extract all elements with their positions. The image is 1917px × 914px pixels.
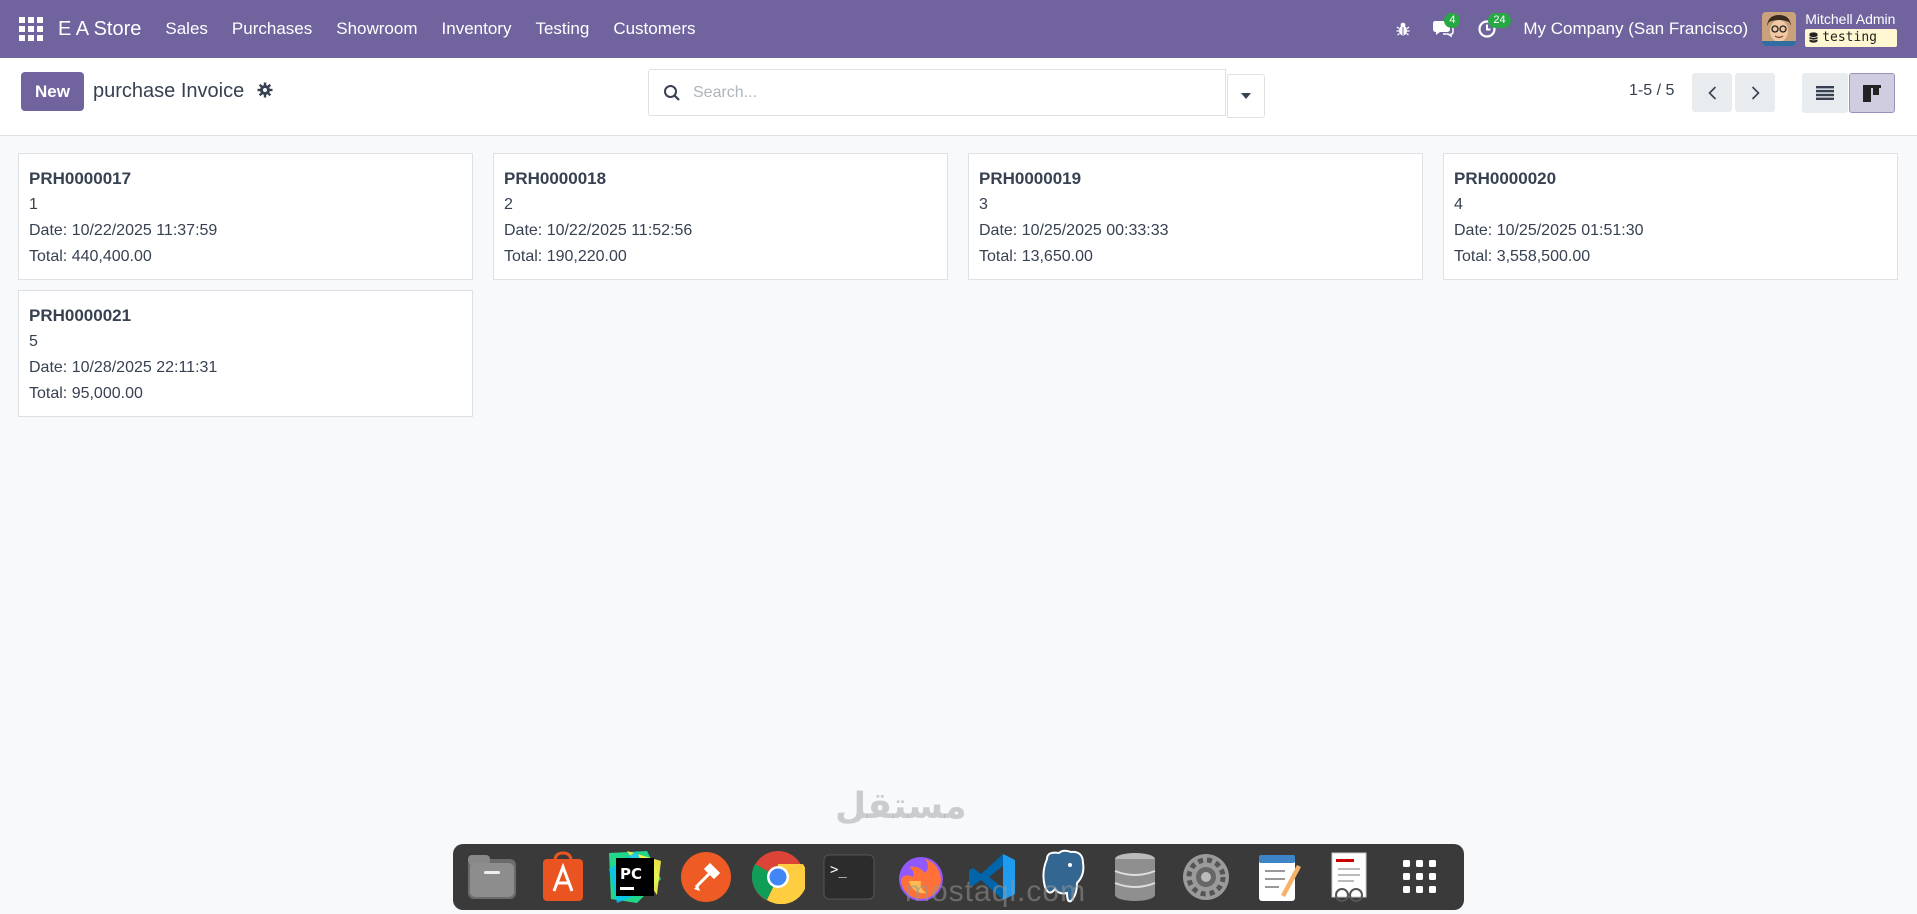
app-menu-icon[interactable] <box>18 16 44 42</box>
list-view-icon <box>1816 86 1834 100</box>
card-sequence: 1 <box>29 196 38 213</box>
card-total: Total: 440,400.00 <box>29 248 152 265</box>
text-editor-icon[interactable] <box>1250 849 1305 905</box>
new-button[interactable]: New <box>21 72 84 111</box>
card-sequence: 3 <box>979 196 988 213</box>
kanban-card[interactable]: PRH0000019 3 Date: 10/25/2025 00:33:33 T… <box>968 153 1423 280</box>
card-total: Total: 190,220.00 <box>504 248 627 265</box>
terminal-icon[interactable]: >_ <box>822 849 877 905</box>
pager-next-button[interactable] <box>1735 73 1775 112</box>
breadcrumb-title: purchase Invoice <box>93 80 245 102</box>
search-icon <box>664 84 680 101</box>
messages-chat-icon[interactable]: 4 <box>1425 11 1461 47</box>
terminal-glyph: >_ <box>830 862 847 878</box>
card-reference: PRH0000019 <box>979 169 1082 188</box>
watermark-latin: mostaql.com <box>905 875 1087 908</box>
kanban-card[interactable]: PRH0000017 1 Date: 10/22/2025 11:37:59 T… <box>18 153 473 280</box>
search-input[interactable] <box>693 83 1193 102</box>
card-date: Date: 10/28/2025 22:11:31 <box>29 359 218 376</box>
kanban-view-button[interactable] <box>1849 73 1895 113</box>
top-navbar: E A Store Sales Purchases Showroom Inven… <box>0 0 1917 58</box>
database-icon[interactable] <box>1107 849 1162 905</box>
card-sequence: 4 <box>1454 196 1463 213</box>
control-panel: New purchase Invoice 1-5 / 5 <box>0 58 1917 136</box>
main-menu: Sales Purchases Showroom Inventory Testi… <box>153 19 707 39</box>
card-date: Date: 10/25/2025 01:51:30 <box>1454 222 1644 239</box>
menu-customers[interactable]: Customers <box>601 19 707 39</box>
app-brand[interactable]: E A Store <box>58 18 141 41</box>
database-icon <box>1809 32 1818 43</box>
card-total: Total: 13,650.00 <box>979 248 1093 265</box>
card-reference: PRH0000021 <box>29 306 132 325</box>
postman-icon[interactable] <box>679 849 734 905</box>
user-menu[interactable]: Mitchell Admin testing <box>1805 10 1897 47</box>
company-switcher[interactable]: My Company (San Francisco) <box>1523 19 1748 39</box>
card-sequence: 2 <box>504 196 513 213</box>
card-date: Date: 10/22/2025 11:52:56 <box>504 222 693 239</box>
card-total: Total: 3,558,500.00 <box>1454 248 1591 265</box>
menu-showroom[interactable]: Showroom <box>324 19 429 39</box>
chrome-icon[interactable] <box>750 849 805 905</box>
card-sequence: 5 <box>29 333 38 350</box>
document-viewer-icon[interactable] <box>1321 849 1376 905</box>
app-grid-icon[interactable] <box>1393 849 1448 905</box>
database-tag: testing <box>1805 28 1897 47</box>
pager-previous-button[interactable] <box>1692 73 1732 112</box>
card-reference: PRH0000020 <box>1454 169 1557 188</box>
pycharm-icon[interactable]: PC <box>607 849 663 905</box>
menu-testing[interactable]: Testing <box>523 19 601 39</box>
card-reference: PRH0000017 <box>29 169 132 188</box>
messages-count-badge: 4 <box>1444 13 1461 28</box>
card-reference: PRH0000018 <box>504 169 607 188</box>
card-date: Date: 10/25/2025 00:33:33 <box>979 222 1169 239</box>
menu-sales[interactable]: Sales <box>153 19 220 39</box>
chevron-right-icon <box>1751 85 1760 100</box>
activities-count-badge: 24 <box>1488 13 1511 28</box>
menu-inventory[interactable]: Inventory <box>430 19 524 39</box>
activity-clock-icon[interactable]: 24 <box>1469 11 1511 47</box>
debug-bug-icon[interactable] <box>1385 11 1421 47</box>
search-options-toggle[interactable] <box>1227 74 1265 118</box>
navbar-systray: 4 24 My Company (San Francisco) Mitchell… <box>1385 0 1917 58</box>
kanban-view-icon <box>1863 84 1881 102</box>
kanban-card[interactable]: PRH0000018 2 Date: 10/22/2025 11:52:56 T… <box>493 153 948 280</box>
list-view-button[interactable] <box>1802 73 1848 113</box>
pycharm-glyph: PC <box>620 865 642 883</box>
database-name: testing <box>1822 29 1877 45</box>
kanban-card[interactable]: PRH0000021 5 Date: 10/28/2025 22:11:31 T… <box>18 290 473 417</box>
caret-down-icon <box>1241 93 1251 99</box>
gear-icon[interactable] <box>257 82 273 103</box>
watermark-arabic: مستقل <box>835 785 967 826</box>
chevron-left-icon <box>1707 85 1716 100</box>
settings-icon[interactable] <box>1179 849 1234 905</box>
files-icon[interactable] <box>464 849 519 905</box>
app-store-icon[interactable] <box>535 849 590 905</box>
user-name: Mitchell Admin <box>1805 10 1896 27</box>
search-box <box>648 69 1226 116</box>
user-avatar[interactable] <box>1762 12 1797 46</box>
menu-purchases[interactable]: Purchases <box>220 19 324 39</box>
card-date: Date: 10/22/2025 11:37:59 <box>29 222 218 239</box>
kanban-card[interactable]: PRH0000020 4 Date: 10/25/2025 01:51:30 T… <box>1443 153 1898 280</box>
pager-value[interactable]: 1-5 / 5 <box>1629 82 1674 100</box>
card-total: Total: 95,000.00 <box>29 385 143 402</box>
